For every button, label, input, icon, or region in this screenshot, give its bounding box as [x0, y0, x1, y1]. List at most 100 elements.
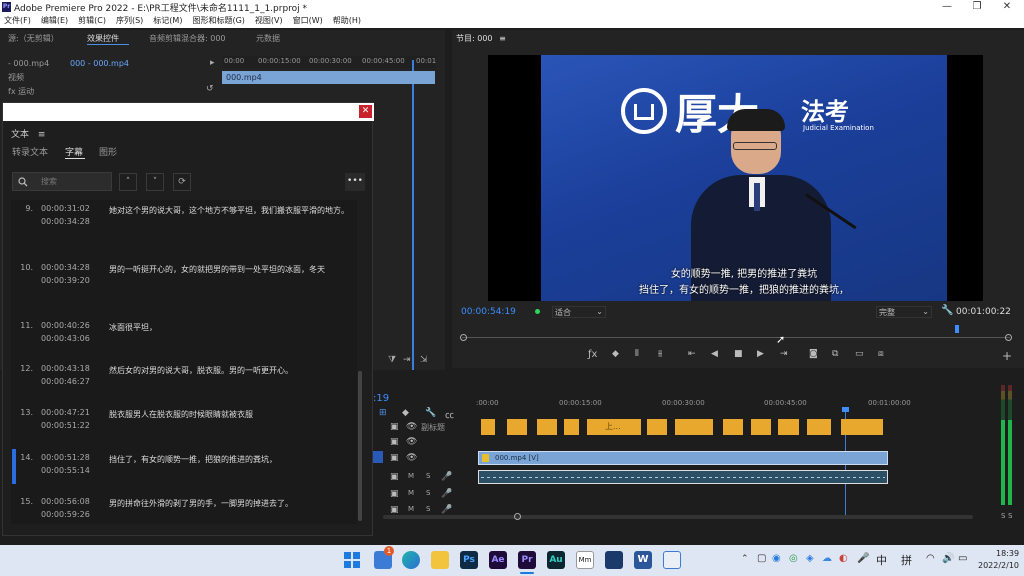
- sequence-clip-crumb[interactable]: 000 - 000.mp4: [70, 59, 129, 68]
- toggle-sync-lock-icon[interactable]: ▣: [390, 422, 399, 432]
- snap-icon[interactable]: ⊞: [379, 408, 387, 418]
- comparison-view-icon[interactable]: ⧉: [832, 349, 838, 359]
- tray-app-icon[interactable]: ◎: [789, 553, 798, 564]
- caption-item[interactable]: 15. 00:00:56:08 00:00:59:26 男的拼命往外滑的剥了男的…: [11, 497, 356, 537]
- caption-text[interactable]: 挡住了，有女的顺势一推，把狼的推进的粪坑，: [109, 453, 349, 466]
- solo-left-label[interactable]: S: [1001, 512, 1005, 520]
- file-explorer-icon[interactable]: [431, 551, 449, 569]
- tab-graphics[interactable]: 图形: [99, 145, 117, 158]
- step-forward-icon[interactable]: ▶: [757, 349, 764, 359]
- subtitle-clips-track[interactable]: 上...: [481, 419, 883, 435]
- mute-button[interactable]: M: [408, 489, 414, 497]
- panel-drag-header[interactable]: [3, 103, 374, 121]
- caption-item[interactable]: 11. 00:00:40:26 00:00:43:06 冰面很平坦，: [11, 321, 356, 361]
- wifi-icon[interactable]: ◠: [926, 553, 935, 564]
- tray-app-icon[interactable]: ◈: [806, 553, 814, 564]
- track-target-v1[interactable]: [373, 451, 383, 463]
- scrubber-end-handle[interactable]: [1005, 334, 1012, 341]
- edge-browser-icon[interactable]: [402, 551, 420, 569]
- ime-mode[interactable]: 拼: [901, 552, 912, 568]
- after-effects-icon[interactable]: Ae: [489, 551, 507, 569]
- play-only-icon[interactable]: ▸: [210, 58, 215, 68]
- minimize-button[interactable]: —: [940, 1, 954, 12]
- export-frame-icon[interactable]: ⇲: [420, 355, 428, 365]
- toggle-sync-lock-icon[interactable]: ▣: [390, 453, 399, 463]
- volume-icon[interactable]: 🔊: [942, 553, 954, 564]
- more-options-button[interactable]: •••: [345, 173, 365, 191]
- filter-icon[interactable]: ⧩: [388, 355, 396, 365]
- toggle-sync-lock-icon[interactable]: ▣: [390, 437, 399, 447]
- linked-selection-icon[interactable]: ◆: [402, 408, 409, 418]
- zoom-handle[interactable]: [514, 513, 521, 520]
- cloud-icon[interactable]: ☁: [822, 553, 832, 564]
- fx-motion-row[interactable]: fx 运动: [8, 86, 34, 97]
- program-timecode[interactable]: 00:00:54:19: [461, 307, 516, 317]
- caption-text[interactable]: 冰面很平坦，: [109, 321, 349, 334]
- caption-text[interactable]: 男的一听挺开心的，女的就把男的带到一处平坦的冰面，冬天: [109, 263, 349, 276]
- timeline-timecode[interactable]: :19: [373, 393, 389, 404]
- panel-menu-icon[interactable]: ≡: [38, 130, 46, 140]
- toggle-track-output-icon[interactable]: 👁: [406, 453, 417, 463]
- audition-icon[interactable]: Au: [547, 551, 565, 569]
- go-to-out-icon[interactable]: ⇥: [780, 349, 788, 359]
- go-to-in-icon[interactable]: ⇤: [688, 349, 696, 359]
- video-clip[interactable]: 000.mp4 [V]: [478, 451, 888, 465]
- caption-item[interactable]: 13. 00:00:47:21 00:00:51:22 脱衣服男人在脱衣服的时候…: [11, 408, 356, 448]
- tab-audio-mixer[interactable]: 音频剪辑混合器: 000: [149, 33, 226, 44]
- menu-file[interactable]: 文件(F): [4, 14, 31, 28]
- solo-button[interactable]: S: [426, 489, 430, 497]
- fx-button[interactable]: ƒx: [588, 349, 597, 360]
- steam-icon[interactable]: [605, 551, 623, 569]
- clock-date[interactable]: 2022/2/10: [978, 561, 1019, 570]
- reset-icon[interactable]: ↺: [206, 84, 214, 94]
- start-windows-icon[interactable]: [344, 552, 360, 568]
- step-back-icon[interactable]: ◀: [711, 349, 718, 359]
- caption-text[interactable]: 脱衣服男人在脱衣服的时候眼睛就被衣服: [109, 408, 349, 421]
- toggle-proxy-icon[interactable]: ⧈: [878, 349, 884, 359]
- list-scrollbar[interactable]: [358, 371, 362, 521]
- menu-markers[interactable]: 标记(M): [153, 14, 182, 28]
- microphone-icon[interactable]: 🎤: [857, 553, 869, 564]
- next-result-button[interactable]: ˅: [146, 173, 164, 191]
- tab-metadata[interactable]: 元数据: [256, 33, 280, 44]
- caption-text[interactable]: 她对这个男的说大哥，这个地方不够平坦，我们搬衣服平滑的地方。: [109, 204, 349, 217]
- caption-item[interactable]: 10. 00:00:34:28 00:00:39:20 男的一听挺开心的，女的就…: [11, 263, 356, 303]
- program-scrubber[interactable]: [460, 334, 1012, 341]
- menu-sequence[interactable]: 序列(S): [116, 14, 143, 28]
- scrubber-start-handle[interactable]: [460, 334, 467, 341]
- capture-app-icon[interactable]: [663, 551, 681, 569]
- playhead-handle[interactable]: [842, 407, 849, 412]
- tray-app-icon[interactable]: ◐: [839, 553, 848, 564]
- replace-button[interactable]: ⟳: [173, 173, 191, 191]
- tray-app-icon[interactable]: ◉: [772, 553, 781, 564]
- menu-edit[interactable]: 编辑(E): [41, 14, 68, 28]
- solo-right-label[interactable]: S: [1008, 512, 1012, 520]
- word-icon[interactable]: W: [634, 551, 652, 569]
- settings-wrench-icon[interactable]: 🔧: [941, 305, 953, 316]
- close-window-button[interactable]: ✕: [1000, 1, 1014, 12]
- tab-captions[interactable]: 字幕: [65, 145, 83, 158]
- tab-effect-controls[interactable]: 效果控件: [87, 33, 119, 44]
- photoshop-icon[interactable]: Ps: [460, 551, 478, 569]
- menu-clip[interactable]: 剪辑(C): [78, 14, 106, 28]
- caption-item[interactable]: 9. 00:00:31:02 00:00:34:28 她对这个男的说大哥，这个地…: [11, 204, 356, 244]
- stop-icon[interactable]: ■: [734, 349, 743, 359]
- source-clip-crumb[interactable]: - 000.mp4: [8, 59, 49, 68]
- caption-text[interactable]: 男的拼命往外滑的剥了男的手，一脚男的掉进去了。: [109, 497, 349, 510]
- tab-source[interactable]: 源:（无剪辑）: [8, 33, 59, 44]
- menu-graphics[interactable]: 图形和标题(G): [192, 14, 244, 28]
- audio-clip[interactable]: [478, 470, 888, 484]
- task-view-app-icon[interactable]: 1: [374, 546, 394, 569]
- solo-button[interactable]: S: [426, 472, 430, 480]
- restore-button[interactable]: ❐: [970, 1, 984, 12]
- toggle-track-output-icon[interactable]: 👁: [406, 422, 417, 432]
- program-playhead[interactable]: [955, 325, 959, 333]
- voice-over-icon[interactable]: 🎤: [441, 472, 452, 482]
- voice-over-icon[interactable]: 🎤: [441, 489, 452, 499]
- solo-button[interactable]: S: [426, 505, 430, 513]
- playhead-line[interactable]: [412, 60, 414, 370]
- ime-language[interactable]: 中: [876, 552, 887, 568]
- safe-margins-icon[interactable]: ▭: [855, 349, 864, 359]
- mark-in-icon[interactable]: ⫴: [635, 349, 639, 359]
- mute-button[interactable]: M: [408, 505, 414, 513]
